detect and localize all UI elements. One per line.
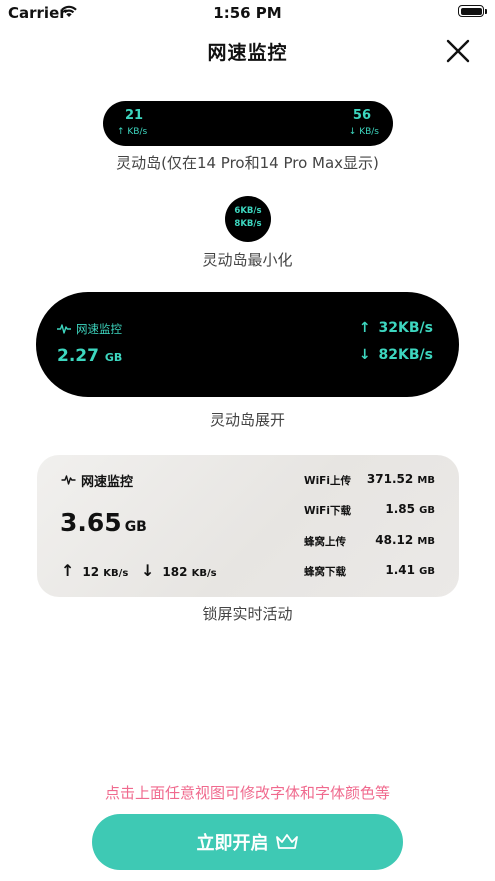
stat-label-cellular-upload: 蜂窝上传 — [304, 536, 346, 548]
download-speed-unit: ↓ KB/s — [348, 127, 379, 137]
expanded-title: 网速监控 — [76, 322, 122, 336]
status-bar: Carrier 1:56 PM — [0, 0, 495, 26]
pulse-icon — [57, 324, 71, 334]
stat-label-wifi-download: WiFi下载 — [304, 505, 351, 517]
battery-icon — [458, 5, 484, 17]
stat-value-cellular-upload: 48.12 MB — [375, 533, 435, 547]
island-expanded-caption: 灵动岛展开 — [209, 411, 285, 429]
lock-screen-activity-card[interactable]: 网速监控 3.65 GB ↑ 12 KB/s ↓ 182 KB/s WiFi上传 37… — [37, 455, 459, 597]
up-arrow-icon: ↑ — [358, 320, 371, 336]
stat-label-cellular-download: 蜂窝下载 — [304, 566, 346, 578]
island-compact-caption: 灵动岛(仅在14 Pro和14 Pro Max显示) — [116, 154, 379, 172]
expanded-total-number: 2.27 — [57, 346, 99, 366]
close-icon[interactable] — [443, 36, 473, 66]
island-expanded-view[interactable]: 网速监控 2.27 GB ↑ 32KB/s ↓ 82KB/s — [36, 292, 459, 397]
stat-label-wifi-upload: WiFi上传 — [304, 475, 351, 487]
upload-speed-value: 21 — [125, 108, 144, 123]
stat-value-wifi-download: 1.85 GB — [385, 502, 435, 516]
lock-screen-caption: 锁屏实时活动 — [202, 605, 293, 623]
minimal-download-speed: 8KB/s — [234, 219, 262, 229]
down-arrow-icon: ↓ — [358, 347, 371, 363]
crown-icon — [275, 834, 298, 849]
page-title: 网速监控 — [207, 42, 288, 64]
expanded-total-unit: GB — [104, 351, 123, 364]
expanded-upload-speed: ↑ 32KB/s — [358, 320, 433, 336]
stat-value-cellular-download: 1.41 GB — [385, 563, 435, 577]
enable-now-label: 立即开启 — [196, 833, 269, 854]
down-arrow-icon: ↓ — [141, 561, 155, 580]
download-speed-value: 56 — [352, 108, 371, 123]
island-compact-view[interactable]: 21 ↑ KB/s 56 ↓ KB/s — [103, 101, 393, 146]
clock: 1:56 PM — [213, 4, 282, 22]
island-minimal-caption: 灵动岛最小化 — [202, 251, 293, 269]
up-arrow-icon: ↑ — [61, 561, 75, 580]
lock-card-title: 网速监控 — [81, 475, 134, 490]
battery-tip — [485, 9, 487, 14]
lock-download-speed: ↓ 182 KB/s — [141, 561, 217, 580]
island-minimal-view[interactable]: 6KB/s 8KB/s — [225, 196, 271, 242]
enable-now-button[interactable]: 立即开启 — [92, 814, 403, 870]
minimal-upload-speed: 6KB/s — [234, 206, 262, 216]
stat-value-wifi-upload: 371.52 MB — [366, 472, 435, 486]
customize-tip: 点击上面任意视图可修改字体和字体颜色等 — [104, 784, 390, 802]
lock-total-value: 3.65 GB — [60, 508, 147, 537]
expanded-total-value: 2.27 GB — [57, 346, 122, 366]
lock-upload-speed: ↑ 12 KB/s — [61, 561, 129, 580]
pulse-icon — [61, 475, 76, 485]
upload-speed-unit: ↑ KB/s — [117, 127, 148, 137]
expanded-download-speed: ↓ 82KB/s — [358, 347, 433, 363]
